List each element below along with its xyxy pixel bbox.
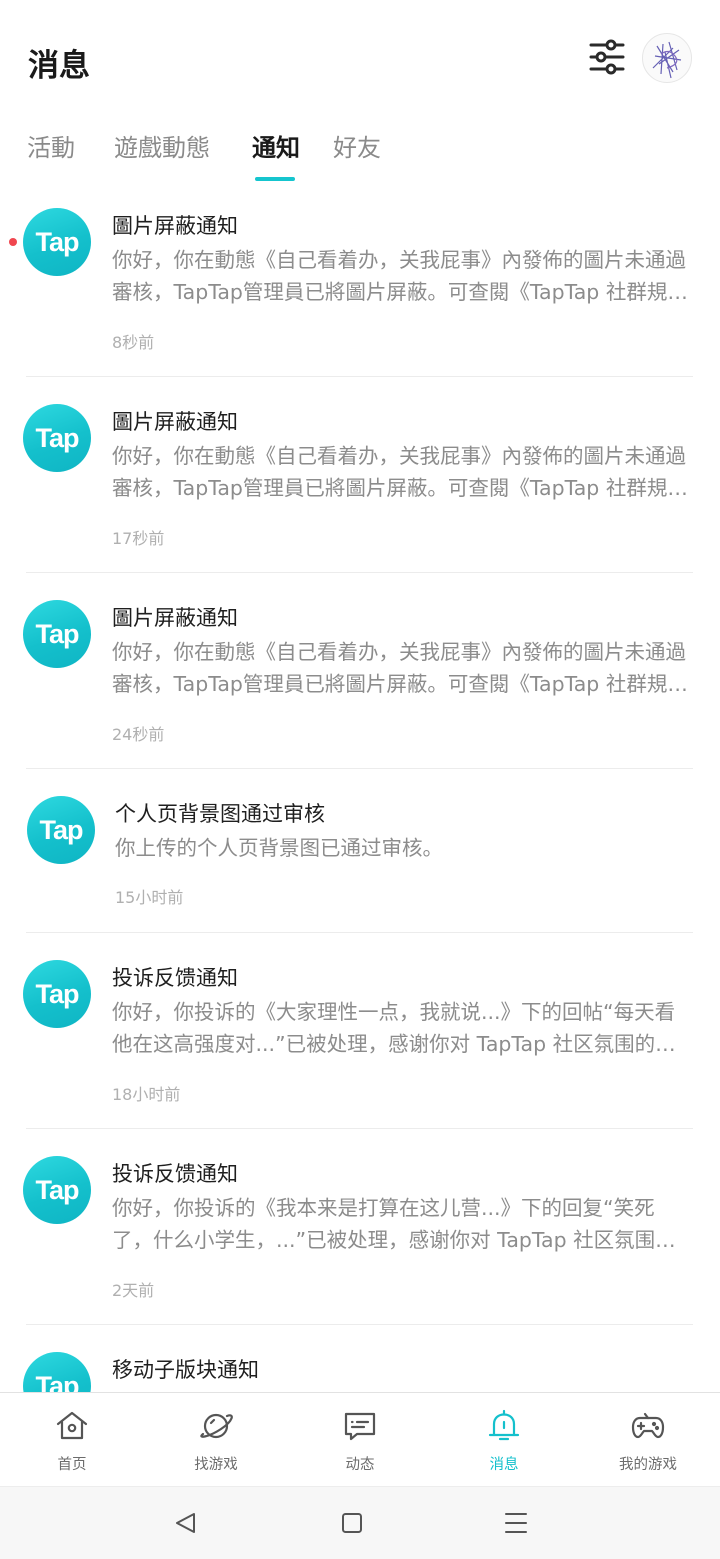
system-navigation-bar bbox=[0, 1486, 720, 1559]
notification-item[interactable]: Tap 圖片屏蔽通知 你好，你在動態《自己看着办，关我屁事》內發佈的圖片未通過審… bbox=[0, 578, 720, 774]
taptap-logo-icon: Tap bbox=[23, 208, 91, 276]
nav-find-games[interactable]: 找游戏 bbox=[144, 1393, 288, 1487]
bottom-navigation: 首页 找游戏 动态 消息 我的游戏 bbox=[0, 1392, 720, 1486]
tab-notifications[interactable]: 通知 bbox=[252, 128, 300, 163]
divider bbox=[26, 1324, 693, 1325]
notification-body: 你好，你投诉的《我本来是打算在这儿营...》下的回复“笑死了，什么小学生，...… bbox=[112, 1196, 676, 1252]
notification-item[interactable]: Tap 个人页背景图通过审核 你上传的个人页背景图已通过审核。 15小时前 bbox=[0, 774, 720, 938]
notification-body: 你好，你投诉的《大家理性一点，我就说...》下的回帖“每天看他在这高强度对...… bbox=[112, 1000, 676, 1056]
home-square-icon bbox=[342, 1513, 362, 1533]
notification-body: 你好，你在動態《自己看着办，关我屁事》內發佈的圖片未通過審核，TapTap管理員… bbox=[112, 248, 686, 304]
notification-title: 投诉反馈通知 bbox=[112, 1162, 238, 1186]
tab-game-updates[interactable]: 遊戲動態 bbox=[114, 128, 210, 163]
nav-my-games[interactable]: 我的游戏 bbox=[576, 1393, 720, 1487]
notification-body: 你好，你在動態《自己看着办，关我屁事》內發佈的圖片未通過審核，TapTap管理員… bbox=[112, 444, 686, 500]
notification-time: 8秒前 bbox=[112, 333, 155, 352]
back-triangle-icon bbox=[176, 1513, 195, 1533]
notification-title: 个人页背景图通过审核 bbox=[115, 802, 325, 826]
tab-activities[interactable]: 活動 bbox=[27, 128, 75, 163]
unread-indicator bbox=[9, 238, 17, 246]
taptap-logo-icon: Tap bbox=[27, 796, 95, 864]
sliders-icon bbox=[589, 39, 625, 75]
taptap-logo-icon: Tap bbox=[23, 960, 91, 1028]
taptap-logo-icon: Tap bbox=[23, 404, 91, 472]
nav-moments[interactable]: 动态 bbox=[288, 1393, 432, 1487]
active-tab-indicator bbox=[255, 177, 295, 181]
divider bbox=[26, 376, 693, 377]
app-header: 消息 bbox=[0, 0, 720, 110]
notification-title: 投诉反馈通知 bbox=[112, 966, 238, 990]
nav-home[interactable]: 首页 bbox=[0, 1393, 144, 1487]
menu-lines-icon bbox=[505, 1513, 527, 1533]
taptap-logo-icon: Tap bbox=[23, 1352, 91, 1392]
page-title: 消息 bbox=[28, 48, 90, 84]
nav-messages-label: 消息 bbox=[489, 1457, 519, 1473]
tab-bar: 活動 遊戲動態 通知 好友 bbox=[0, 120, 720, 184]
notification-body: 你上传的个人页背景图已通过审核。 bbox=[115, 836, 443, 860]
notification-body: 你好，你在動態《自己看着办，关我屁事》內發佈的圖片未通過審核，TapTap管理員… bbox=[112, 640, 686, 696]
planet-icon bbox=[200, 1413, 233, 1439]
user-avatar[interactable] bbox=[642, 33, 692, 83]
filter-settings-button[interactable] bbox=[588, 38, 626, 76]
notification-item[interactable]: Tap 投诉反馈通知 你好，你投诉的《我本来是打算在这儿营...》下的回复“笑死… bbox=[0, 1134, 720, 1330]
system-recents-button[interactable] bbox=[496, 1503, 536, 1543]
gamepad-icon bbox=[631, 1412, 665, 1439]
notification-item[interactable]: Tap 圖片屏蔽通知 你好，你在動態《自己看着办，关我屁事》內發佈的圖片未通過審… bbox=[0, 186, 720, 382]
notification-time: 17秒前 bbox=[112, 529, 165, 548]
notification-time: 2天前 bbox=[112, 1281, 155, 1300]
notification-title: 移动子版块通知 bbox=[112, 1358, 259, 1382]
avatar-sketch-image bbox=[652, 41, 682, 79]
home-icon bbox=[56, 1411, 88, 1440]
system-back-button[interactable] bbox=[166, 1503, 206, 1543]
system-home-button[interactable] bbox=[332, 1503, 372, 1543]
bell-icon bbox=[488, 1409, 520, 1441]
notification-title: 圖片屏蔽通知 bbox=[112, 410, 238, 434]
notification-title: 圖片屏蔽通知 bbox=[112, 214, 238, 238]
nav-moments-label: 动态 bbox=[345, 1457, 375, 1473]
notification-time: 15小时前 bbox=[115, 888, 184, 907]
notification-time: 24秒前 bbox=[112, 725, 165, 744]
nav-my-games-label: 我的游戏 bbox=[619, 1457, 677, 1473]
notification-time: 18小时前 bbox=[112, 1085, 181, 1104]
divider bbox=[26, 932, 693, 933]
notification-title: 圖片屏蔽通知 bbox=[112, 606, 238, 630]
divider bbox=[26, 1128, 693, 1129]
taptap-logo-icon: Tap bbox=[23, 1156, 91, 1224]
taptap-logo-icon: Tap bbox=[23, 600, 91, 668]
notification-item[interactable]: Tap 移动子版块通知 bbox=[0, 1330, 720, 1392]
tab-friends[interactable]: 好友 bbox=[333, 128, 381, 163]
nav-home-label: 首页 bbox=[57, 1457, 87, 1473]
divider bbox=[26, 768, 693, 769]
chat-icon bbox=[344, 1412, 376, 1441]
notification-item[interactable]: Tap 圖片屏蔽通知 你好，你在動態《自己看着办，关我屁事》內發佈的圖片未通過審… bbox=[0, 382, 720, 578]
divider bbox=[26, 572, 693, 573]
nav-messages[interactable]: 消息 bbox=[432, 1393, 576, 1487]
notification-item[interactable]: Tap 投诉反馈通知 你好，你投诉的《大家理性一点，我就说...》下的回帖“每天… bbox=[0, 938, 720, 1134]
nav-find-games-label: 找游戏 bbox=[194, 1457, 238, 1473]
notification-list[interactable]: Tap 圖片屏蔽通知 你好，你在動態《自己看着办，关我屁事》內發佈的圖片未通過審… bbox=[0, 186, 720, 1392]
